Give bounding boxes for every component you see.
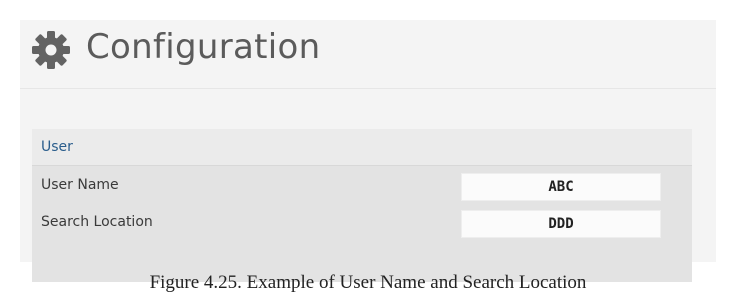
section-header: User: [32, 129, 692, 166]
search-location-label: Search Location: [41, 214, 153, 230]
page-header: Configuration: [20, 20, 716, 89]
section-title-user: User: [41, 139, 73, 155]
user-section: User User Name ABC Search Location DDD: [32, 129, 692, 282]
figure-caption: Figure 4.25. Example of User Name and Se…: [149, 272, 587, 293]
page-title: Configuration: [86, 27, 321, 67]
gear-icon: [31, 30, 71, 70]
search-location-field[interactable]: DDD: [461, 210, 661, 238]
user-name-label: User Name: [41, 177, 119, 193]
configuration-panel: Configuration User User Name ABC Search …: [20, 20, 716, 282]
user-name-field[interactable]: ABC: [461, 173, 661, 201]
